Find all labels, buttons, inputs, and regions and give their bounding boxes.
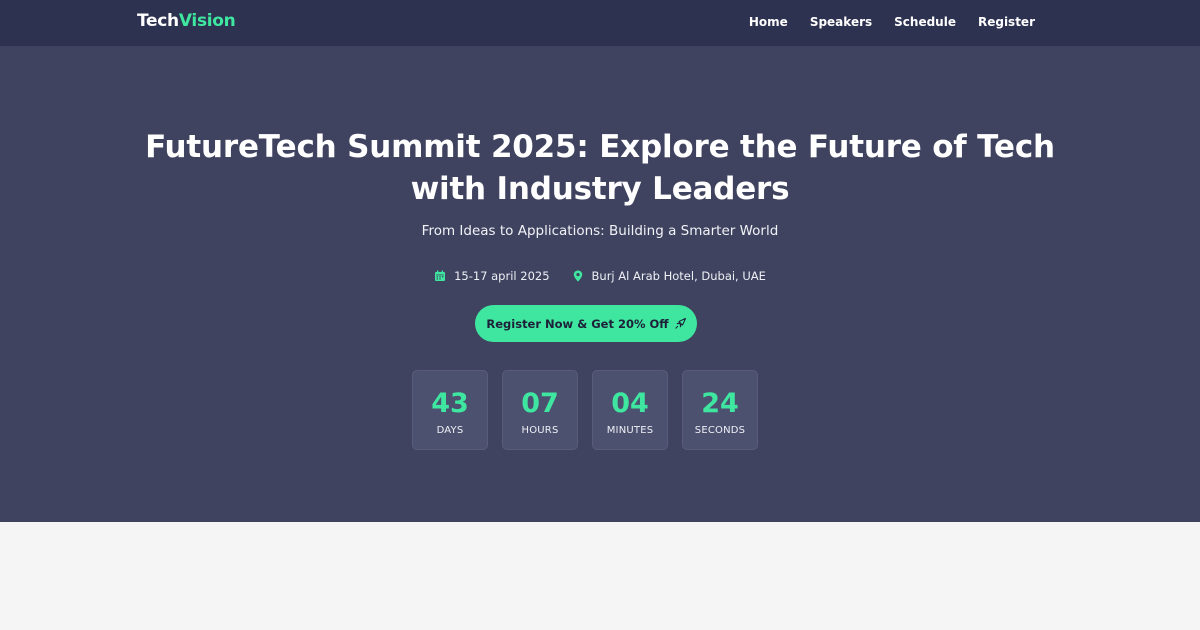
countdown-minutes-label: MINUTES <box>606 425 654 436</box>
register-cta-label: Register Now & Get 20% Off <box>486 316 669 331</box>
brand-name-part2: Vision <box>178 11 236 31</box>
top-navbar: TechVision Home Speakers Schedule Regist… <box>0 0 1200 46</box>
nav-link-schedule[interactable]: Schedule <box>894 15 956 29</box>
nav-link-register[interactable]: Register <box>978 15 1035 29</box>
event-meta: 15-17 april 2025 Burj Al Arab Hotel, Dub… <box>0 269 1200 283</box>
countdown-seconds-value: 24 <box>701 388 739 419</box>
calendar-icon <box>434 270 446 282</box>
brand-logo[interactable]: TechVision <box>137 11 236 31</box>
hero-title-line-2: with Industry Leaders <box>410 171 790 207</box>
hero-title: FutureTech Summit 2025: Explore the Futu… <box>0 126 1200 210</box>
countdown-seconds: 24 SECONDS <box>682 370 758 450</box>
countdown-minutes: 04 MINUTES <box>592 370 668 450</box>
countdown-seconds-label: SECONDS <box>694 425 746 436</box>
countdown-hours: 07 HOURS <box>502 370 578 450</box>
countdown-hours-value: 07 <box>521 388 559 419</box>
event-date: 15-17 april 2025 <box>434 269 550 283</box>
countdown-hours-label: HOURS <box>521 425 559 436</box>
event-location: Burj Al Arab Hotel, Dubai, UAE <box>572 269 766 283</box>
nav-link-speakers[interactable]: Speakers <box>810 15 872 29</box>
countdown-timer: 43 DAYS 07 HOURS 04 MINUTES 24 SECONDS <box>412 370 758 450</box>
hero-subtitle: From Ideas to Applications: Building a S… <box>421 223 779 239</box>
countdown-days: 43 DAYS <box>412 370 488 450</box>
map-pin-icon <box>572 270 584 282</box>
rocket-icon <box>674 318 686 329</box>
brand-name-part1: Tech <box>137 11 179 31</box>
event-date-text: 15-17 april 2025 <box>454 269 550 283</box>
content-section <box>0 522 1200 630</box>
register-cta-button[interactable]: Register Now & Get 20% Off <box>475 305 697 342</box>
event-location-text: Burj Al Arab Hotel, Dubai, UAE <box>591 269 766 283</box>
countdown-minutes-value: 04 <box>611 388 649 419</box>
main-nav: Home Speakers Schedule Register <box>749 15 1035 29</box>
countdown-days-value: 43 <box>431 388 469 419</box>
hero-title-line-1: FutureTech Summit 2025: Explore the Futu… <box>145 129 1055 165</box>
nav-link-home[interactable]: Home <box>749 15 788 29</box>
hero-section: FutureTech Summit 2025: Explore the Futu… <box>0 46 1200 522</box>
countdown-days-label: DAYS <box>436 425 464 436</box>
